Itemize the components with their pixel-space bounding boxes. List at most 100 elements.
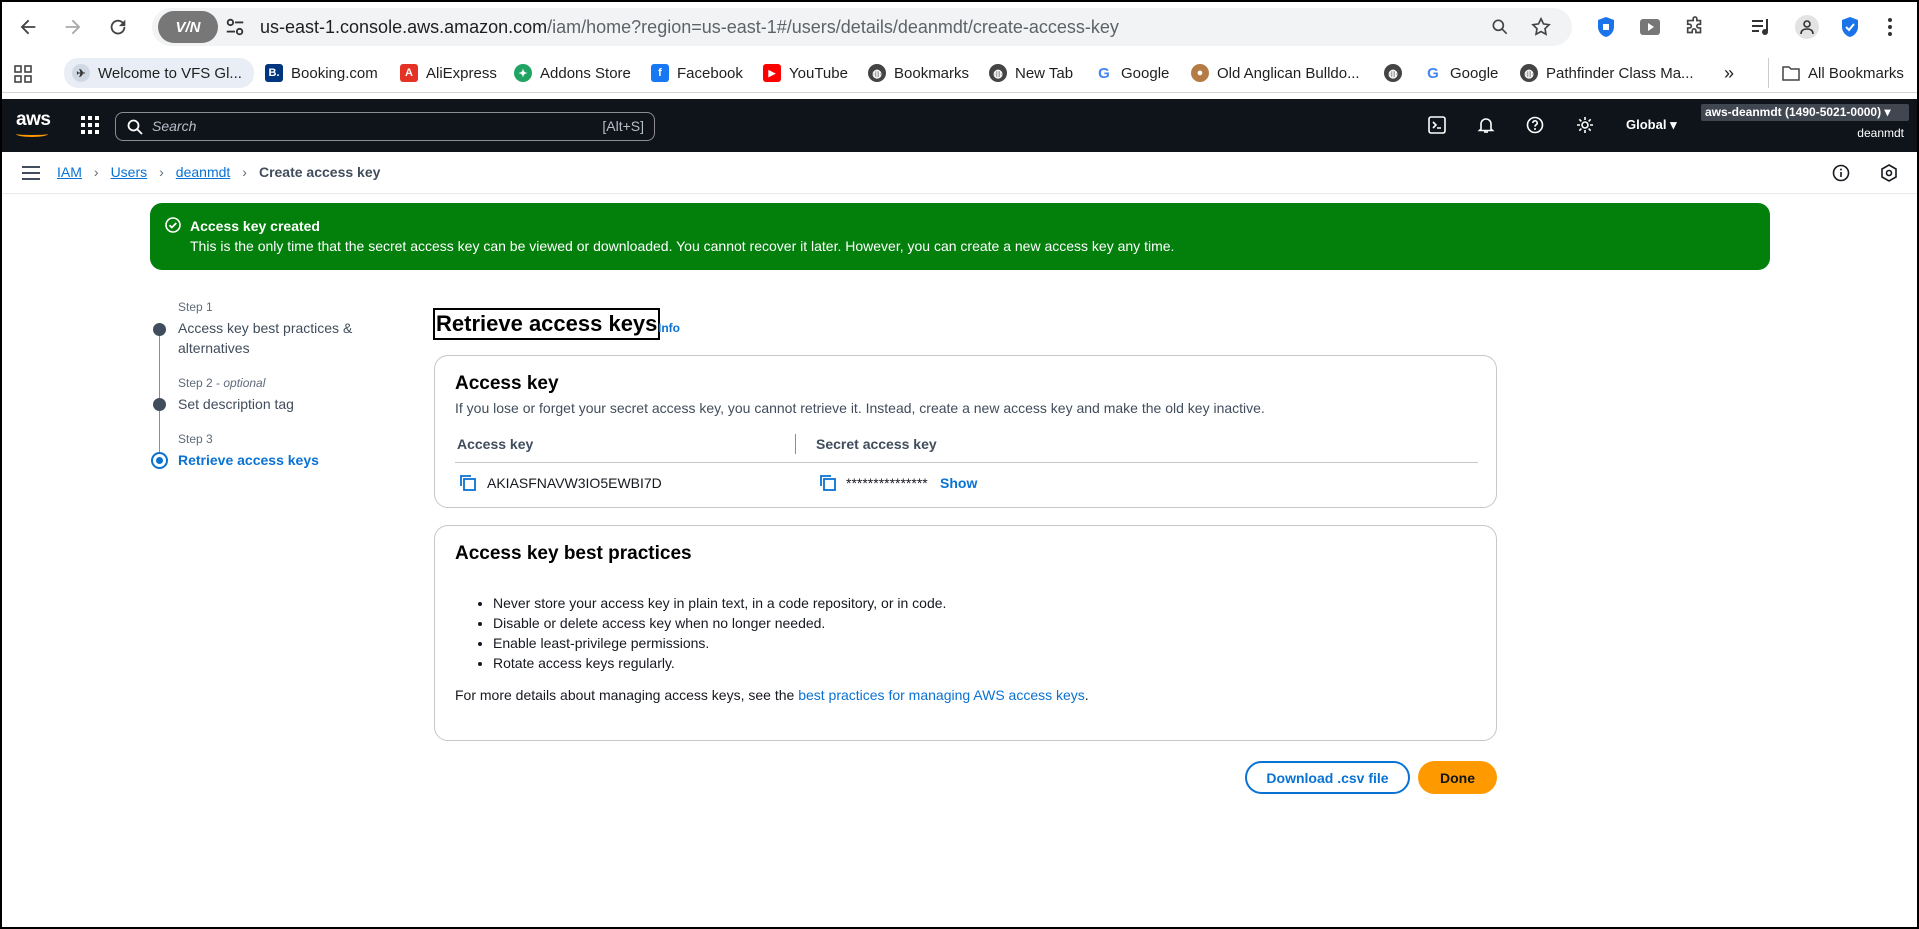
account-menu[interactable]: aws-deanmdt (1490-5021-0000) ▾ <box>1701 104 1909 121</box>
url-text[interactable]: us-east-1.console.aws.amazon.com/iam/hom… <box>260 17 1119 38</box>
show-secret-button[interactable]: Show <box>940 475 977 491</box>
services-grid-icon[interactable] <box>80 115 100 135</box>
chevron-right-icon: › <box>242 164 247 180</box>
cloudshell-icon[interactable] <box>1426 114 1448 136</box>
video-extension-icon[interactable] <box>1638 15 1662 39</box>
region-label: Global <box>1626 117 1667 132</box>
bookmark-new-tab[interactable]: ◍ New Tab <box>989 60 1073 86</box>
forward-button[interactable] <box>57 11 89 43</box>
bookmark-aliexpress[interactable]: A AliExpress <box>400 60 497 86</box>
step-2-name[interactable]: Set description tag <box>178 394 378 414</box>
info-link[interactable]: Info <box>658 321 680 335</box>
copy-access-key-icon[interactable] <box>459 474 477 492</box>
bookmark-label: YouTube <box>789 64 848 82</box>
shield-check-extension-icon[interactable] <box>1838 15 1862 39</box>
globe-icon: ◍ <box>1520 64 1538 82</box>
globe-icon: ◍ <box>989 64 1007 82</box>
bookmark-label: Pathfinder Class Ma... <box>1546 64 1694 82</box>
search-shortcut: [Alt+S] <box>602 118 644 134</box>
done-button[interactable]: Done <box>1418 761 1497 794</box>
access-key-value: AKIASFNAVW3IO5EWBI7D <box>487 475 662 491</box>
caret-down-icon: ▾ <box>1670 117 1677 132</box>
profile-avatar-icon[interactable] <box>1795 15 1819 39</box>
notifications-bell-icon[interactable] <box>1475 114 1497 136</box>
search-icon <box>127 119 143 135</box>
best-practices-title: Access key best practices <box>455 543 692 564</box>
flash-title: Access key created <box>190 218 320 234</box>
browser-menu-icon[interactable] <box>1878 15 1902 39</box>
google-icon: G <box>1424 64 1442 82</box>
extensions-puzzle-icon[interactable] <box>1683 15 1707 39</box>
bookmark-old-anglican[interactable]: ● Old Anglican Bulldo... <box>1191 60 1360 86</box>
bookmark-vfs[interactable]: ✈ Welcome to VFS Gl... <box>64 58 254 88</box>
search-placeholder: Search <box>152 118 197 134</box>
best-practices-list: Never store your access key in plain tex… <box>473 593 946 673</box>
step-2-optional: optional <box>223 376 266 390</box>
bookmark-pathfinder[interactable]: ◍ Pathfinder Class Ma... <box>1520 60 1694 86</box>
reload-button[interactable] <box>102 11 134 43</box>
bookmark-google-2[interactable]: G Google <box>1424 60 1498 86</box>
breadcrumb-users[interactable]: Users <box>111 164 148 180</box>
chevron-right-icon: › <box>93 164 99 180</box>
info-panel-icon[interactable] <box>1832 164 1850 182</box>
star-icon[interactable] <box>1530 16 1552 38</box>
back-button[interactable] <box>12 11 44 43</box>
bookmark-google[interactable]: G Google <box>1095 60 1169 86</box>
bookmark-facebook[interactable]: f Facebook <box>651 60 743 86</box>
check-circle-icon <box>165 217 181 233</box>
breadcrumb-user[interactable]: deanmdt <box>176 164 230 180</box>
more-bookmarks-chevron-icon[interactable]: » <box>1724 60 1734 86</box>
url-path: /iam/home?region=us-east-1#/users/detail… <box>547 17 1119 37</box>
arrow-left-icon <box>20 19 36 35</box>
more-prefix: For more details about managing access k… <box>455 687 799 703</box>
apps-grid-icon[interactable] <box>14 65 32 83</box>
step-2-dot <box>153 398 166 411</box>
secret-key-masked: *************** <box>846 475 928 491</box>
facebook-icon: f <box>651 64 669 82</box>
aws-logo[interactable]: aws <box>16 109 51 131</box>
security-panel-icon[interactable] <box>1880 164 1898 182</box>
breadcrumb-iam[interactable]: IAM <box>57 164 82 180</box>
site-settings-icon[interactable] <box>224 16 246 38</box>
vpn-badge[interactable]: V/N <box>158 11 218 43</box>
bookmark-label: Booking.com <box>291 64 378 82</box>
best-practices-card: Access key best practices Never store yo… <box>434 525 1497 741</box>
download-csv-button[interactable]: Download .csv file <box>1245 761 1410 794</box>
all-bookmarks-label: All Bookmarks <box>1808 64 1904 82</box>
globe-icon: ◍ <box>1384 64 1402 82</box>
list-item: Never store your access key in plain tex… <box>493 593 946 613</box>
breadcrumb: IAM › Users › deanmdt › Create access ke… <box>57 164 380 180</box>
hamburger-menu-icon[interactable] <box>22 165 40 181</box>
bookmark-bookmarks[interactable]: ◍ Bookmarks <box>868 60 969 86</box>
aws-top-navigation: aws Search [Alt+S] Global ▾ aws-deanmdt … <box>0 99 1919 152</box>
bookmark-youtube[interactable]: ▶ YouTube <box>763 60 848 86</box>
bookmark-label: Old Anglican Bulldo... <box>1217 64 1360 82</box>
settings-gear-icon[interactable] <box>1574 114 1596 136</box>
bitwarden-extension-icon[interactable] <box>1594 15 1618 39</box>
media-controls-icon[interactable] <box>1750 15 1774 39</box>
column-header-secret-key: Secret access key <box>816 436 937 452</box>
zoom-icon[interactable] <box>1490 17 1510 37</box>
best-practices-link[interactable]: best practices for managing AWS access k… <box>798 687 1085 703</box>
search-input[interactable]: Search [Alt+S] <box>115 112 655 141</box>
breadcrumb-bar: IAM › Users › deanmdt › Create access ke… <box>0 152 1919 194</box>
addons-icon: ✦ <box>514 64 532 82</box>
bookmark-globe[interactable]: ◍ <box>1384 60 1410 86</box>
bookmark-booking[interactable]: B. Booking.com <box>265 60 378 86</box>
globe-icon: ◍ <box>868 64 886 82</box>
address-bar[interactable]: V/N us-east-1.console.aws.amazon.com/iam… <box>152 8 1572 46</box>
help-icon[interactable] <box>1524 114 1546 136</box>
more-suffix: . <box>1084 687 1089 703</box>
caret-down-icon: ▾ <box>1884 105 1891 119</box>
access-key-card-description: If you lose or forget your secret access… <box>455 400 1265 416</box>
aws-smile-logo <box>16 131 48 137</box>
region-selector[interactable]: Global ▾ <box>1626 117 1677 133</box>
access-key-card: Access key If you lose or forget your se… <box>434 355 1497 508</box>
step-1-name[interactable]: Access key best practices & alternatives <box>178 318 378 358</box>
copy-secret-key-icon[interactable] <box>819 474 837 492</box>
flash-message: This is the only time that the secret ac… <box>190 238 1175 254</box>
bookmark-label: New Tab <box>1015 64 1074 82</box>
bookmark-addons-store[interactable]: ✦ Addons Store <box>514 60 631 86</box>
arrow-right-icon <box>65 19 81 35</box>
all-bookmarks-button[interactable]: All Bookmarks <box>1782 60 1904 86</box>
